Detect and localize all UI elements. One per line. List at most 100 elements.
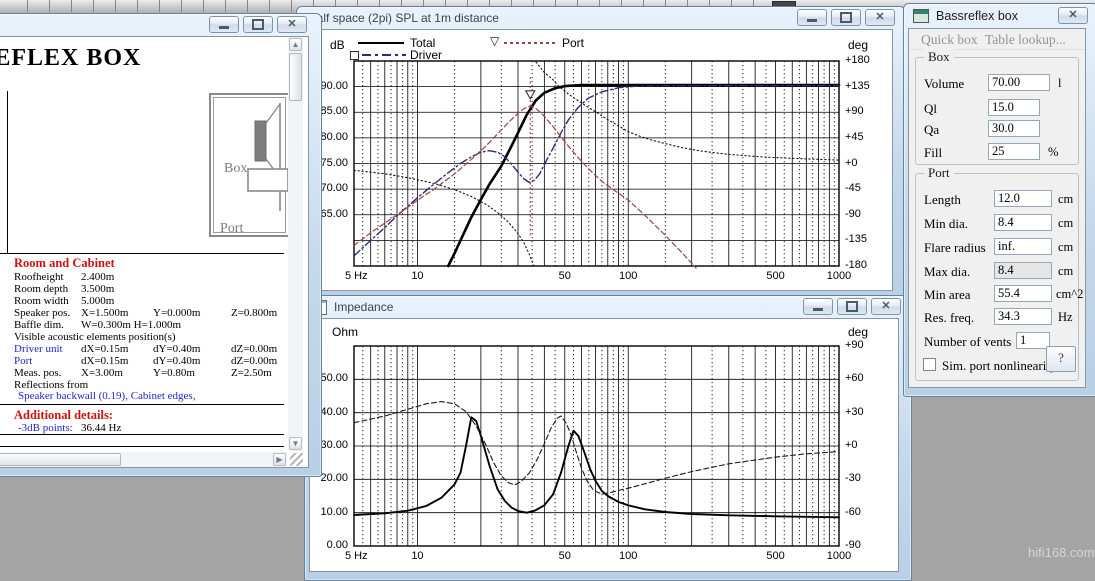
right-axis-tick: +0	[845, 439, 885, 451]
menu-quick-box[interactable]: Quick box	[921, 32, 978, 48]
dialog-client: Quick box Table lookup... Box Volume l Q…	[908, 28, 1086, 388]
table-row: Baffle dim.W=0.300m H=1.000m	[0, 319, 308, 331]
min-area-field[interactable]	[994, 285, 1052, 302]
x-axis-tick: 1000	[816, 550, 862, 562]
flare-radius-field[interactable]	[994, 238, 1052, 255]
close-icon: ✕	[881, 301, 890, 312]
table-row: Visible acoustic elements position(s)	[0, 331, 308, 343]
close-icon: ✕	[1068, 10, 1077, 21]
restore-button[interactable]	[837, 298, 867, 315]
scroll-down-button[interactable]: ▼	[289, 437, 302, 450]
minimize-icon	[219, 26, 229, 29]
port-group-label: Port	[924, 165, 954, 181]
help-button[interactable]: ?	[1046, 346, 1076, 372]
qa-field[interactable]	[988, 120, 1040, 137]
minimize-button[interactable]	[209, 16, 239, 33]
min-area-label: Min area	[924, 287, 971, 303]
x-axis-tick: 100	[605, 550, 651, 562]
right-axis-tick: +180	[845, 54, 885, 66]
max-dia-field	[994, 262, 1052, 279]
restore-icon	[846, 301, 858, 312]
legend-driver-marker	[350, 51, 359, 60]
minimize-icon	[813, 308, 823, 311]
horizontal-scrollbar[interactable]: ▶	[0, 452, 287, 467]
vents-field[interactable]	[1016, 332, 1050, 349]
scroll-right-button[interactable]: ▶	[273, 453, 286, 466]
fill-field[interactable]	[988, 143, 1040, 160]
restore-button[interactable]	[243, 16, 273, 33]
x-axis-tick: 500	[753, 270, 799, 282]
qa-label: Qa	[924, 122, 939, 138]
res-freq-unit: Hz	[1058, 310, 1073, 325]
minimize-button[interactable]	[803, 298, 833, 315]
port-group: Port Length cm Min dia. cm Flare radius …	[915, 173, 1079, 381]
report-titlebar[interactable]: ✕	[0, 14, 317, 36]
close-button[interactable]: ✕	[865, 9, 895, 26]
min-dia-label: Min dia.	[924, 216, 968, 232]
close-button[interactable]: ✕	[871, 298, 901, 315]
right-axis-tick: +30	[845, 406, 885, 418]
vertical-scrollbar[interactable]: ▲ ▼	[288, 37, 303, 451]
series-driver	[354, 86, 839, 256]
dialog-titlebar[interactable]: Bassreflex box ✕	[908, 4, 1094, 28]
restore-icon	[252, 19, 264, 30]
sim-port-nonlinearity-label: Sim. port nonlinearity	[942, 358, 1056, 374]
cabinet-diagram: Box Port	[209, 93, 290, 237]
impedance-chart: 50.0040.0030.0020.0010.000.00+90+60+30+0…	[310, 319, 898, 571]
box-group: Box Volume l Ql Qa Fill %	[915, 57, 1079, 165]
impedance-titlebar[interactable]: Impedance ✕	[309, 296, 907, 318]
x-axis-tick: 100	[605, 270, 651, 282]
min-area-unit: cm^2	[1056, 287, 1083, 302]
section-divider	[0, 404, 284, 405]
length-field[interactable]	[994, 190, 1052, 207]
menu-table-lookup[interactable]: Table lookup...	[985, 32, 1066, 48]
section-divider	[0, 434, 284, 435]
table-row: Speaker backwall (0.19), Cabinet edges,	[0, 390, 308, 402]
legend-port-marker: ▽	[490, 35, 499, 47]
series-phase	[354, 402, 839, 494]
spl-left-axis-label: dB	[330, 38, 345, 52]
close-button[interactable]: ✕	[277, 16, 307, 33]
minimize-icon	[807, 19, 817, 22]
x-axis-tick: 1000	[816, 270, 862, 282]
impedance-right-axis-label: deg	[848, 325, 868, 339]
impedance-left-axis-label: Ohm	[332, 325, 358, 339]
ql-field[interactable]	[988, 99, 1040, 116]
spl-right-axis-label: deg	[848, 38, 868, 52]
resize-grip[interactable]	[290, 453, 303, 466]
dialog-title: Bassreflex box	[929, 9, 1018, 23]
sim-port-nonlinearity-checkbox[interactable]	[923, 358, 936, 371]
x-axis-tick: 50	[542, 270, 588, 282]
vertical-scroll-thumb[interactable]	[289, 53, 302, 101]
dialog-menubar: Quick box Table lookup...	[909, 29, 1085, 50]
minimize-button[interactable]	[797, 9, 827, 26]
right-axis-tick: +45	[845, 131, 885, 143]
spl-window-title: Half space (2pi) SPL at 1m distance	[301, 11, 499, 25]
horizontal-scroll-thumb[interactable]	[0, 453, 121, 466]
report-document: BASSREFLEX BOX Box Port Room and Cabinet…	[0, 37, 308, 467]
table-row: Speaker pos.X=1.500mY=0.000mZ=0.800m	[0, 307, 308, 319]
right-axis-tick: +0	[845, 157, 885, 169]
close-icon: ✕	[875, 12, 884, 23]
volume-label: Volume	[924, 76, 964, 92]
spl-titlebar[interactable]: Half space (2pi) SPL at 1m distance ✕	[301, 7, 901, 29]
x-axis-tick: 10	[394, 550, 440, 562]
restore-button[interactable]	[831, 9, 861, 26]
min-dia-unit: cm	[1058, 216, 1073, 231]
scroll-up-button[interactable]: ▲	[289, 38, 302, 51]
close-icon: ✕	[287, 19, 296, 30]
table-row: Room depth3.500m	[0, 283, 308, 295]
close-button[interactable]: ✕	[1058, 7, 1088, 24]
x-axis-tick: 5 Hz	[345, 550, 391, 562]
report-window: ✕ BASSREFLEX BOX Box Port Room and Ca	[0, 13, 322, 477]
restore-icon	[840, 12, 852, 23]
volume-field[interactable]	[988, 74, 1050, 91]
length-label: Length	[924, 192, 961, 208]
flare-radius-unit: cm	[1058, 240, 1073, 255]
table-row: Driver unitdX=0.15mdY=0.40mdZ=0.00m	[0, 343, 308, 355]
min-dia-field[interactable]	[994, 214, 1052, 231]
res-freq-field[interactable]	[994, 308, 1052, 325]
series-total-phase-low-branch	[354, 170, 533, 265]
max-dia-label: Max dia.	[924, 264, 970, 280]
left-axis-tick: 10.00	[309, 506, 348, 518]
